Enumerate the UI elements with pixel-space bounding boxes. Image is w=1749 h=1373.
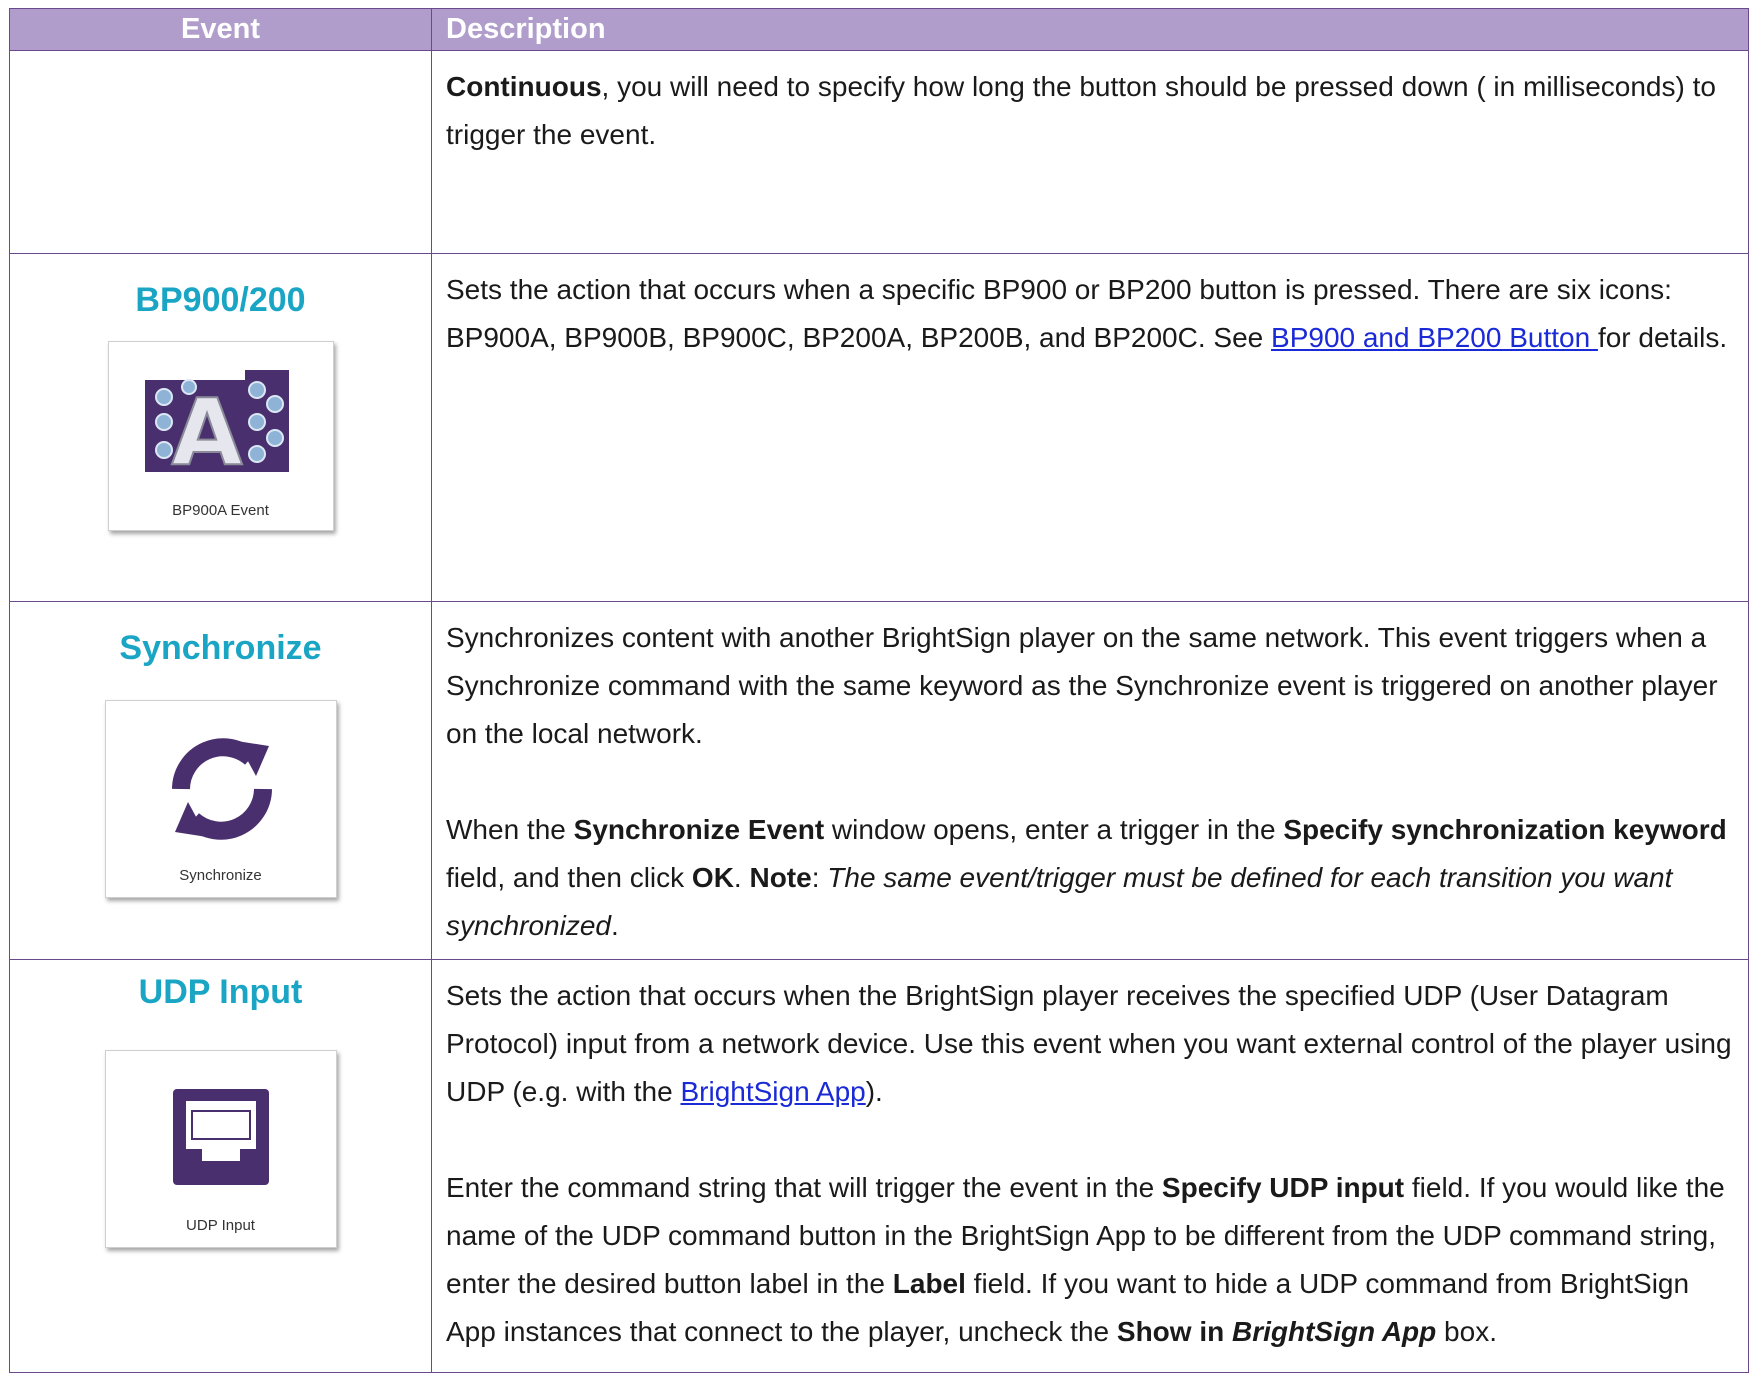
event-cell-bp900: BP900/200 A BP900A Event xyxy=(9,253,432,602)
icon-caption: UDP Input xyxy=(186,1217,255,1234)
description-cell: Synchronizes content with another Bright… xyxy=(431,601,1749,960)
text-run: : xyxy=(811,862,828,893)
text-run: Sets the action that occurs when the Bri… xyxy=(446,980,1732,1107)
keypad-letter: A xyxy=(171,379,242,486)
bold-text: Specify synchronization keyword xyxy=(1283,814,1727,845)
synchronize-event-icon: Synchronize xyxy=(104,700,337,898)
event-cell-synchronize: Synchronize Synchronize xyxy=(9,601,432,960)
event-cell-empty xyxy=(9,50,432,254)
description-text: , you will need to specify how long the … xyxy=(446,71,1716,150)
icon-caption: Synchronize xyxy=(179,867,262,884)
header-event: Event xyxy=(9,8,432,51)
bold-text: OK xyxy=(691,862,734,893)
text-run: . xyxy=(610,910,619,941)
event-title-bp900: BP900/200 xyxy=(135,281,306,319)
bold-text: Note xyxy=(749,862,812,893)
event-cell-udp: UDP Input UDP Input xyxy=(9,959,432,1373)
bold-text: Continuous xyxy=(446,71,602,102)
bold-text: Specify UDP input xyxy=(1161,1172,1405,1203)
bold-text: Show in xyxy=(1116,1316,1232,1347)
description-cell: Sets the action that occurs when a speci… xyxy=(431,253,1749,602)
udp-input-event-icon: UDP Input xyxy=(104,1050,337,1248)
event-table: Event Description Continuous, you will n… xyxy=(9,8,1749,1373)
text-run: window opens, enter a trigger in the xyxy=(824,814,1284,845)
description-paragraph: Synchronizes content with another Bright… xyxy=(446,622,1718,749)
network-port-icon xyxy=(172,1089,269,1185)
bold-italic-text: BrightSign App xyxy=(1232,1316,1437,1347)
text-run: ). xyxy=(865,1076,883,1107)
bold-text: Synchronize Event xyxy=(573,814,825,845)
description-cell: Continuous, you will need to specify how… xyxy=(431,50,1749,254)
text-run: When the xyxy=(446,814,574,845)
description-paragraph: When the Synchronize Event window opens,… xyxy=(446,806,1732,950)
text-run: field, and then click xyxy=(446,862,692,893)
sync-arrows-icon xyxy=(171,738,272,840)
text-run: . xyxy=(733,862,750,893)
text-run: box. xyxy=(1436,1316,1497,1347)
table-row-udp-input: UDP Input UDP Input Sets the action that… xyxy=(9,959,1749,1373)
table-row-bp900: BP900/200 A BP900A Event Sets the action… xyxy=(9,253,1749,602)
bold-text: Label xyxy=(892,1268,966,1299)
brightsign-app-link[interactable]: BrightSign App xyxy=(680,1076,865,1107)
bp900-keypad-icon: A xyxy=(144,370,289,487)
event-title-udp: UDP Input xyxy=(138,973,303,1011)
event-title-synchronize: Synchronize xyxy=(119,629,322,667)
header-description: Description xyxy=(431,8,1749,51)
table-row-continuous: Continuous, you will need to specify how… xyxy=(9,50,1749,254)
header-row: Event Description xyxy=(9,8,1749,51)
description-paragraph: Enter the command string that will trigg… xyxy=(446,1164,1732,1356)
bp900-event-icon: A BP900A Event xyxy=(107,341,334,531)
text-run: Enter the command string that will trigg… xyxy=(446,1172,1162,1203)
table-row-synchronize: Synchronize Synchronize Synchronizes con… xyxy=(9,601,1749,960)
bp900-bp200-button-link[interactable]: BP900 and BP200 Button xyxy=(1271,322,1598,353)
description-cell: Sets the action that occurs when the Bri… xyxy=(431,959,1749,1373)
icon-caption: BP900A Event xyxy=(172,502,269,519)
description-paragraph: Sets the action that occurs when the Bri… xyxy=(446,972,1732,1116)
description-text: for details. xyxy=(1597,322,1728,353)
